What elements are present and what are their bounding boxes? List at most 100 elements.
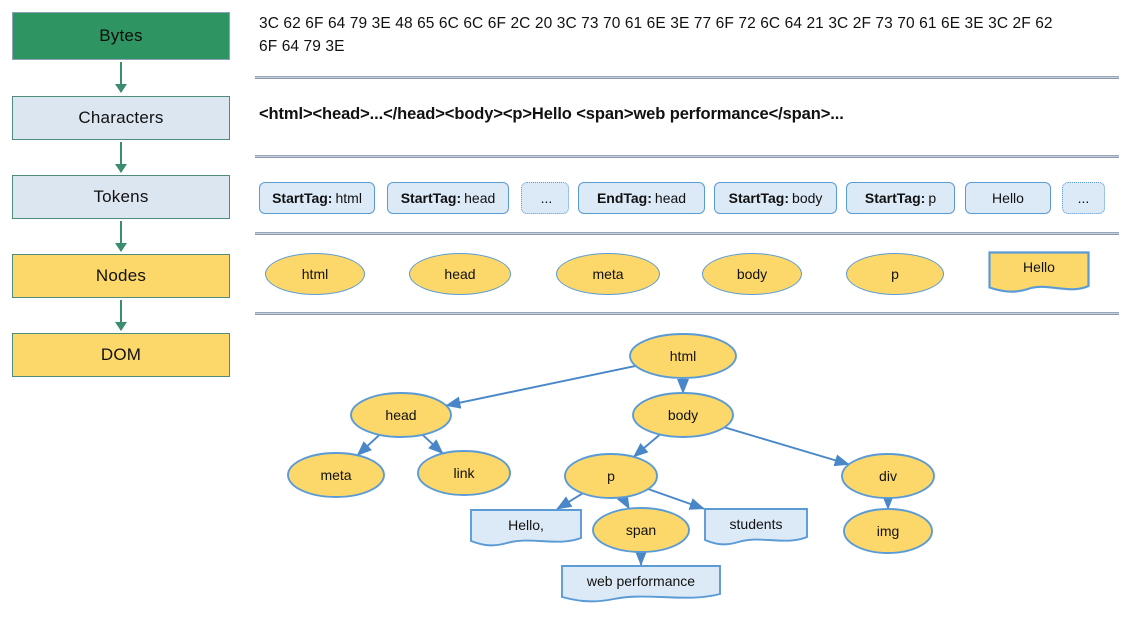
bytes-hex-text: 3C 62 6F 64 79 3E 48 65 6C 6C 6F 2C 20 3… [259,15,1058,55]
tree-edge [647,488,705,510]
pipeline-step-label: DOM [100,345,142,364]
node-shape [350,392,452,438]
token-value: html [335,190,362,206]
node-shape [470,509,582,547]
node-ellipse[interactable]: body [702,253,802,295]
node-label: Hello [1023,259,1055,275]
node-shape [417,450,511,496]
tree-edge [421,434,444,455]
node-text-document[interactable]: Hello [988,251,1090,295]
tree-node-text[interactable]: web performance [561,565,721,603]
node-label: web performance [586,573,695,589]
token-kind: StartTag: [728,190,790,206]
pipeline-step-tokens: Tokens [12,175,230,219]
tree-edge [445,364,636,409]
token-kind: StartTag: [864,190,926,206]
characters-text: <html><head>...</head><body><p>Hello <sp… [259,105,844,123]
pipeline-arrow-1 [120,62,122,92]
pipeline-step-bytes: Bytes [12,12,230,60]
token-chip[interactable]: StartTag: p [846,182,955,214]
separator-tokens [255,232,1119,235]
tree-edge [356,434,381,456]
separator-nodes [255,312,1119,315]
token-value: head [654,190,687,206]
tree-edge [724,426,850,467]
tree-nodes: html head body meta link p div Hello, span studen… [287,333,935,603]
tree-node-ellipse[interactable]: body [632,392,734,438]
token-kind: StartTag: [272,190,333,206]
node-label: head [385,407,416,423]
dom-construction-diagram: Bytes Characters Tokens Nodes DOM 3C 62 … [0,0,1123,622]
separator-bytes [255,76,1119,79]
tree-node-ellipse[interactable]: html [629,333,737,379]
node-label: p [607,468,615,484]
node-label: p [891,266,899,282]
token-kind: EndTag: [596,190,652,206]
pipeline-step-characters: Characters [12,96,230,140]
tree-edge [616,493,630,510]
tree-node-ellipse[interactable]: span [592,507,690,553]
node-shape [629,333,737,379]
separator-characters [255,155,1119,158]
node-ellipse[interactable]: html [265,253,365,295]
tree-node-text[interactable]: Hello, [470,509,582,547]
node-label: div [879,468,897,484]
token-value: ... [540,190,553,206]
node-label: link [453,465,475,481]
node-ellipse[interactable]: meta [556,253,660,295]
node-shape [841,453,935,499]
token-kind: StartTag: [400,190,462,206]
tree-edges [356,364,895,566]
tree-node-ellipse[interactable]: link [417,450,511,496]
token-value: p [928,190,937,206]
pipeline-step-dom: DOM [12,333,230,377]
dom-tree: html head body meta link p div Hello, span studen… [287,333,935,603]
node-shape [632,392,734,438]
token-chip[interactable]: StartTag: head [387,182,509,214]
tree-node-ellipse[interactable]: p [564,453,658,499]
node-label: body [668,407,698,423]
node-shape [564,453,658,499]
tree-node-ellipse[interactable]: head [350,392,452,438]
token-chip-ellipsis[interactable]: ... [1062,182,1105,214]
node-label: span [626,522,656,538]
token-chip[interactable]: StartTag: html [259,182,375,214]
tree-node-ellipse[interactable]: meta [287,452,385,498]
node-label: img [877,523,900,539]
pipeline-arrow-4 [120,300,122,330]
pipeline-step-label: Nodes [95,266,147,285]
node-shape [561,565,721,603]
token-value: head [464,190,496,206]
node-label: Hello, [508,517,544,533]
token-value: Hello [992,190,1024,206]
node-label: html [301,266,329,282]
node-label: head [444,266,476,282]
pipeline-step-nodes: Nodes [12,254,230,298]
pipeline-step-label: Characters [78,108,164,127]
tree-node-text[interactable]: students [704,508,808,546]
node-ellipse[interactable]: head [409,253,511,295]
pipeline-arrow-2 [120,142,122,172]
token-value: ... [1077,190,1090,206]
token-chip[interactable]: EndTag: head [578,182,705,214]
node-label: meta [592,266,624,282]
pipeline-step-label: Bytes [99,26,143,45]
node-ellipse[interactable]: p [846,253,944,295]
pipeline-step-label: Tokens [93,187,149,206]
token-chip-text[interactable]: Hello [965,182,1051,214]
tree-node-ellipse[interactable]: div [841,453,935,499]
tree-node-ellipse[interactable]: img [843,508,933,554]
token-value: body [792,190,823,206]
node-shape [592,507,690,553]
node-shape [704,508,808,546]
token-chip[interactable]: StartTag: body [714,182,837,214]
node-shape [843,508,933,554]
node-label: body [736,266,768,282]
node-shape [287,452,385,498]
pipeline-arrow-3 [120,221,122,251]
node-label: students [730,516,783,532]
node-label: meta [320,467,351,483]
token-chip-ellipsis[interactable]: ... [521,182,569,214]
tree-edge [632,433,661,458]
tree-edge [556,492,584,510]
